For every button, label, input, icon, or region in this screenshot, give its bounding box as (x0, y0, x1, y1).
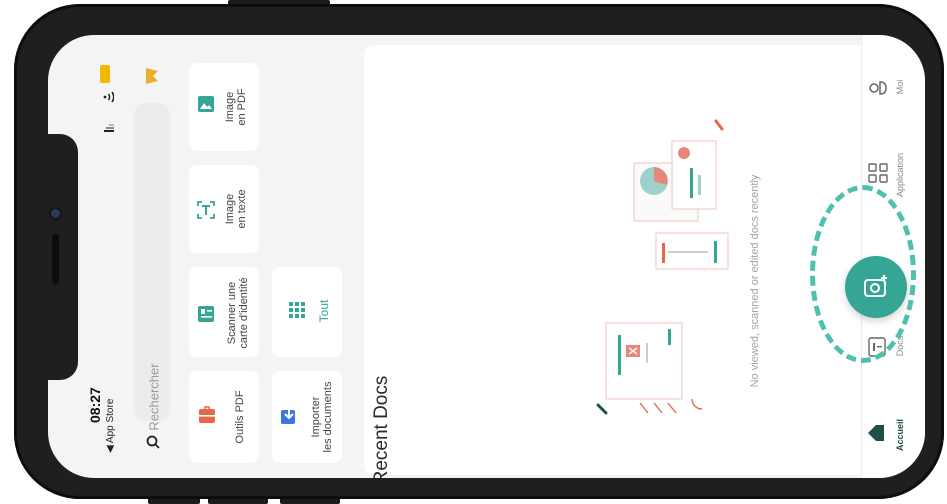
fab-highlight-outline (810, 185, 916, 363)
phone-frame: 08:27 ◀ App Store Rechercher Image en PD… (14, 4, 944, 499)
earpiece-speaker (52, 234, 59, 284)
search-placeholder: Rechercher (146, 363, 162, 431)
id-card-icon (198, 306, 214, 322)
tab-moi[interactable] (863, 55, 923, 145)
tool-label-image-pdf: Image en PDF (224, 88, 248, 126)
tab-label-application: Application (895, 152, 905, 198)
crown-icon[interactable] (142, 68, 162, 84)
empty-docs-illustration (596, 119, 729, 415)
app-screen: 08:27 ◀ App Store Rechercher Image en PD… (48, 35, 925, 478)
cellular-signal-icon (104, 124, 114, 132)
import-icon (281, 408, 295, 424)
profile-icon (869, 81, 887, 95)
tab-label-accueil: Accueil (895, 418, 905, 452)
grid-dots-icon (289, 302, 305, 318)
recent-docs-title: Recent Docs (371, 375, 392, 478)
image-text-icon (197, 201, 215, 219)
back-to-app-store[interactable]: ◀ App Store (105, 399, 116, 453)
battery-icon (100, 65, 110, 83)
search-icon (146, 435, 160, 449)
tool-label-pdf-tools: Outils PDF (234, 390, 246, 444)
tool-label-all: Tout (317, 299, 331, 323)
tool-tile-all[interactable] (272, 267, 342, 357)
toolbox-icon (199, 406, 215, 423)
tool-label-image-text: Image en texte (224, 189, 248, 229)
home-icon (868, 425, 884, 441)
empty-docs-message: No viewed, scanned or edited docs recent… (749, 174, 761, 388)
notch (34, 134, 78, 380)
front-camera (51, 209, 60, 218)
apps-icon (868, 163, 888, 183)
tab-label-moi: Moi (895, 79, 905, 95)
status-time: 08:27 (87, 387, 103, 423)
tool-label-scan-id: Scanner une carte d'identité (226, 277, 250, 349)
image-pdf-icon (198, 96, 214, 112)
tool-label-import: Importer les documents (310, 381, 334, 453)
wifi-icon (103, 91, 114, 103)
